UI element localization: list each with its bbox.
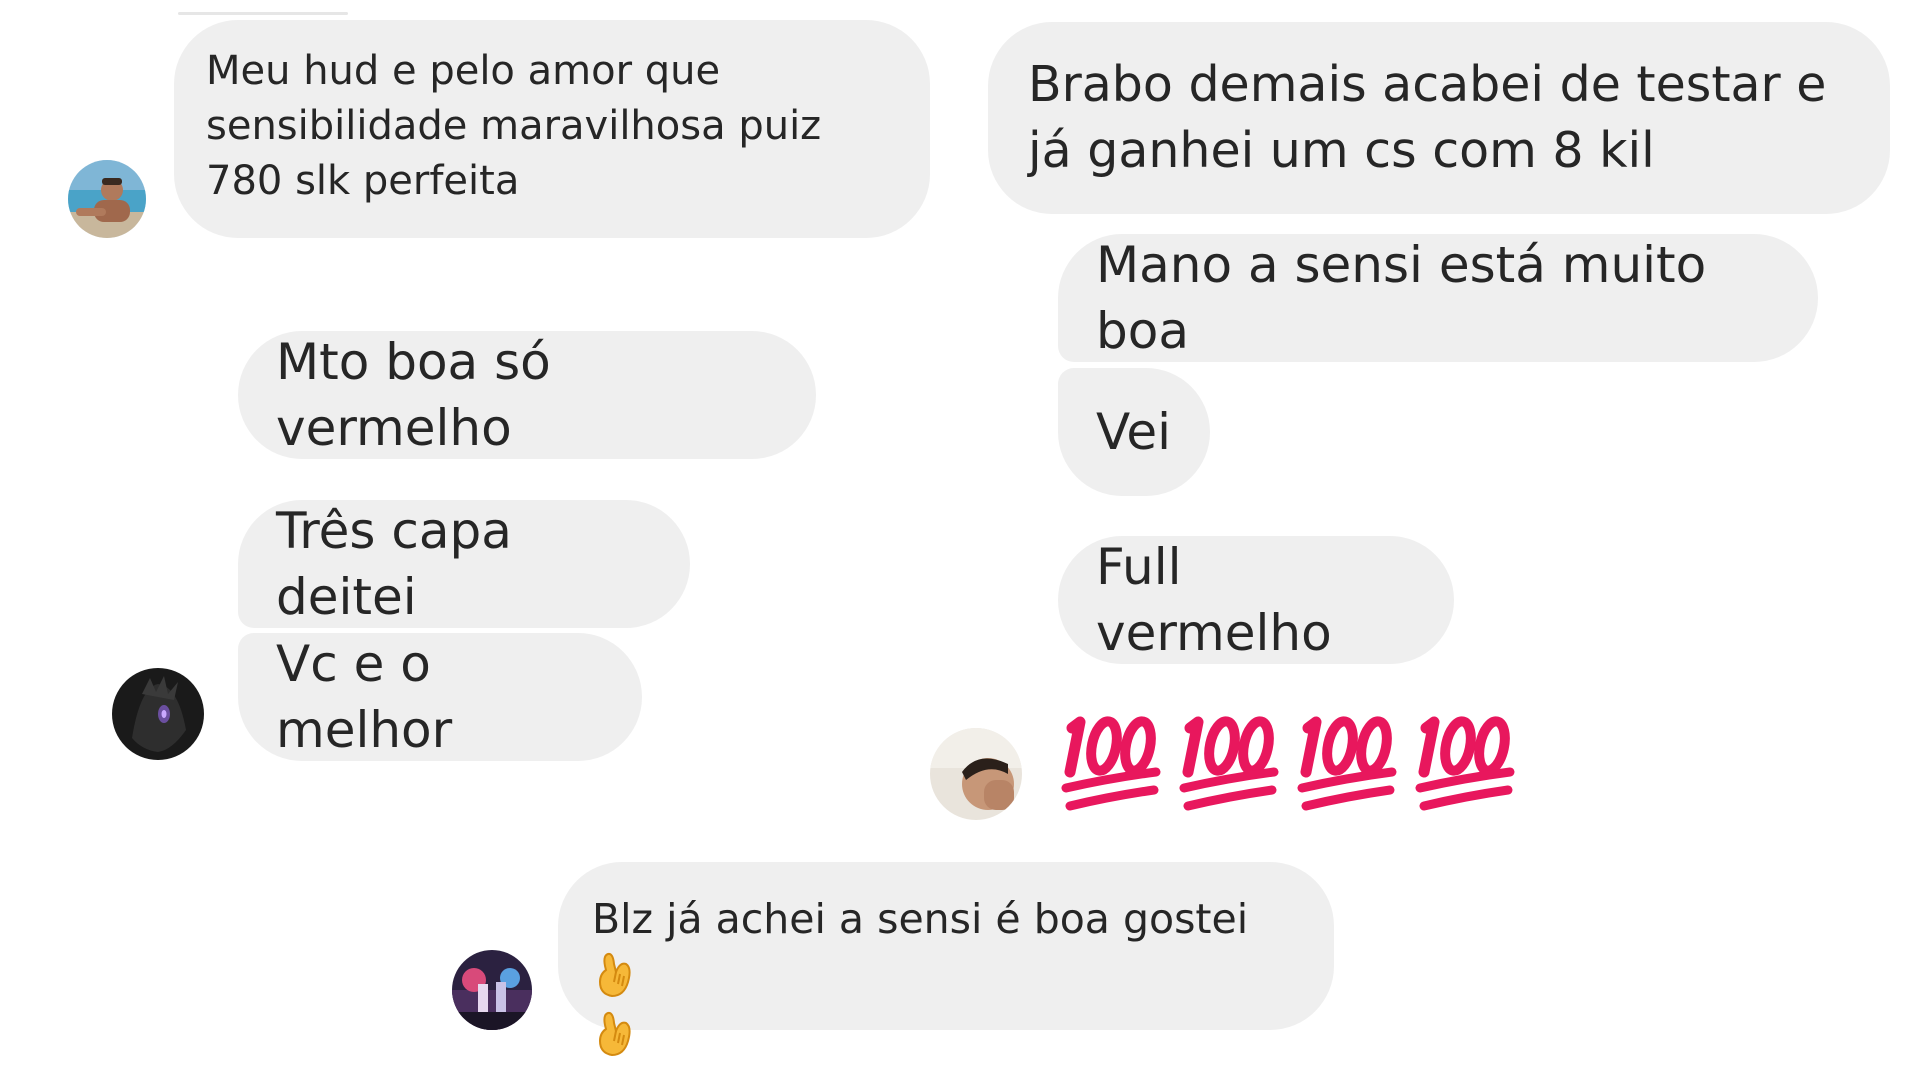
message-bubble-8[interactable]: Vc e o melhor: [238, 633, 642, 761]
avatar-user-3[interactable]: [930, 728, 1022, 820]
message-bubble-6[interactable]: Três capa deitei: [238, 500, 690, 628]
avatar-user-4[interactable]: [452, 950, 532, 1030]
reaction-hundreds-row: [1058, 706, 1516, 816]
avatar-user-1[interactable]: [68, 160, 146, 238]
call-me-hand-icon: [598, 952, 631, 998]
message-text-6: Três capa deitei: [276, 502, 512, 626]
message-bubble-3[interactable]: Mano a sensi está muito boa: [1058, 234, 1818, 362]
message-text-2: Brabo demais acabei de testar e já ganhe…: [1028, 56, 1827, 179]
message-text-4: Mto boa só vermelho: [276, 333, 551, 457]
message-text-1: Meu hud e pelo amor que sensibilidade ma…: [206, 48, 822, 204]
avatar-photo-icon: [930, 728, 1022, 820]
hundred-points-icon: [1297, 716, 1397, 811]
message-text-5: Vei: [1096, 403, 1171, 461]
avatar-photo-icon: [68, 160, 146, 238]
message-bubble-5[interactable]: Vei: [1058, 368, 1210, 496]
message-text-3: Mano a sensi está muito boa: [1096, 236, 1707, 360]
avatar-photo-icon: [452, 950, 532, 1030]
avatar-user-2[interactable]: [112, 668, 204, 760]
avatar-dark-character-icon: [112, 668, 204, 760]
message-text-7: Full vermelho: [1096, 538, 1332, 662]
hundred-points-icon: [1061, 716, 1161, 811]
message-bubble-7[interactable]: Full vermelho: [1058, 536, 1454, 664]
message-bubble-1[interactable]: Meu hud e pelo amor que sensibilidade ma…: [174, 20, 930, 238]
chat-screenshot-collage: Meu hud e pelo amor que sensibilidade ma…: [0, 0, 1920, 1080]
hundred-points-icon: [1415, 716, 1515, 811]
hundred-points-icon: [1179, 716, 1279, 811]
message-bubble-2[interactable]: Brabo demais acabei de testar e já ganhe…: [988, 22, 1890, 214]
message-bubble-9[interactable]: Blz já achei a sensi é boa gostei: [558, 862, 1334, 1057]
call-me-hand-icon: [598, 1011, 631, 1057]
message-bubble-4[interactable]: Mto boa só vermelho: [238, 331, 816, 459]
message-text-9: Blz já achei a sensi é boa gostei: [592, 895, 1249, 943]
message-text-9-wrap: Blz já achei a sensi é boa gostei: [592, 890, 1300, 1066]
message-text-8: Vc e o melhor: [276, 635, 453, 759]
top-divider: [178, 12, 348, 15]
